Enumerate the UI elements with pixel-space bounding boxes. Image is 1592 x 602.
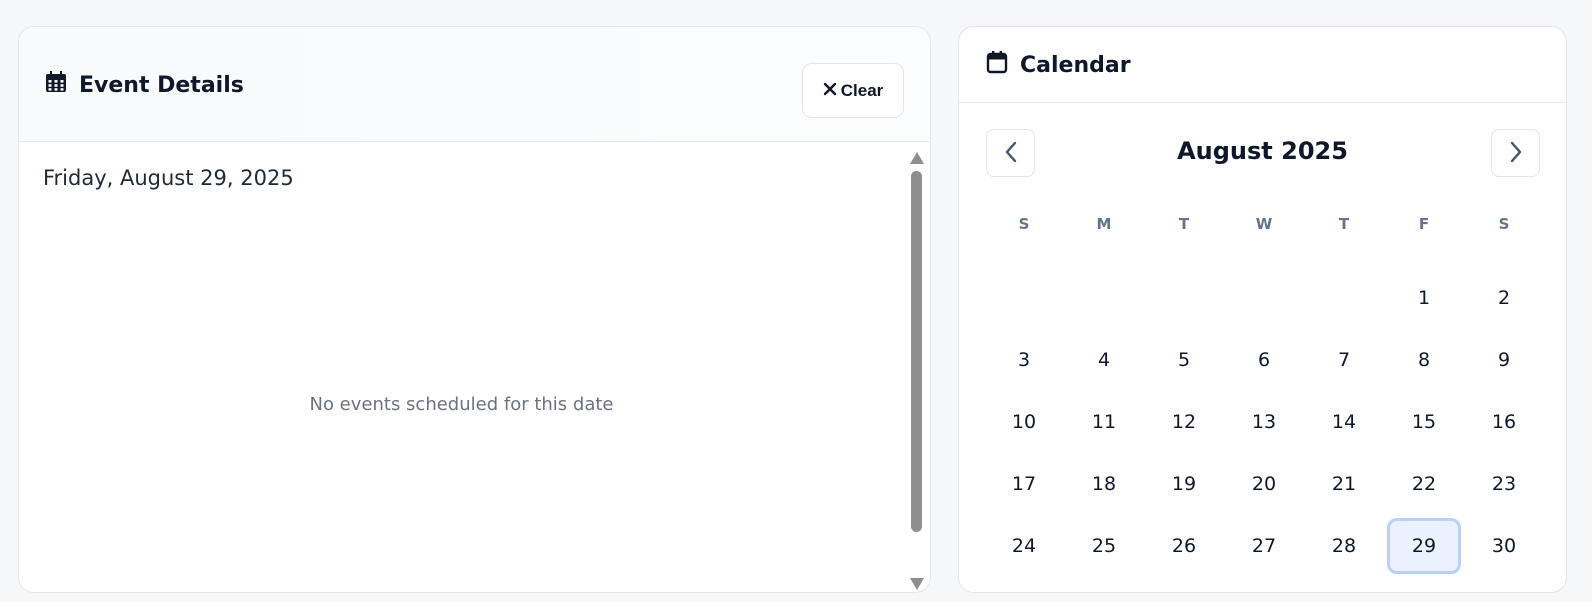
day-number: 7 [1337, 349, 1351, 371]
day-cell[interactable]: 16 [1464, 391, 1544, 453]
close-icon [823, 81, 837, 101]
empty-day-cell [1064, 267, 1144, 329]
selected-date-heading: Friday, August 29, 2025 [43, 166, 294, 190]
day-cell[interactable]: 11 [1064, 391, 1144, 453]
day-cell[interactable]: 28 [1304, 515, 1384, 577]
day-cell[interactable]: 2 [1464, 267, 1544, 329]
weekday-label: M [1096, 215, 1112, 233]
weekday-header-row: SMTWTFS [984, 215, 1544, 233]
day-cell[interactable]: 14 [1304, 391, 1384, 453]
day-number: 9 [1497, 349, 1511, 371]
day-number: 12 [1171, 411, 1197, 433]
day-number: 1 [1417, 287, 1431, 309]
day-cell[interactable]: 18 [1064, 453, 1144, 515]
day-number: 10 [1011, 411, 1037, 433]
weekday-label: T [1178, 215, 1190, 233]
weekday-label: S [1018, 215, 1030, 233]
day-number: 2 [1497, 287, 1511, 309]
event-details-title: Event Details [45, 71, 244, 99]
day-cell[interactable]: 13 [1224, 391, 1304, 453]
day-cell[interactable]: 26 [1144, 515, 1224, 577]
day-number: 16 [1491, 411, 1517, 433]
event-details-body[interactable]: Friday, August 29, 2025 No events schedu… [19, 142, 930, 592]
event-details-panel: Event Details Clear Friday, August 29, 2… [18, 26, 931, 593]
calendar-header: Calendar [959, 27, 1566, 103]
day-number: 19 [1171, 473, 1197, 495]
day-cell[interactable]: 3 [984, 329, 1064, 391]
empty-day-cell [1224, 267, 1304, 329]
day-cell[interactable]: 22 [1384, 453, 1464, 515]
day-cell[interactable]: 7 [1304, 329, 1384, 391]
day-cell[interactable]: 21 [1304, 453, 1384, 515]
selected-day-cell[interactable]: 29 [1384, 515, 1464, 577]
day-number: 8 [1417, 349, 1431, 371]
day-number: 25 [1091, 535, 1117, 557]
day-cell[interactable]: 23 [1464, 453, 1544, 515]
chevron-right-icon [1509, 141, 1523, 166]
weekday-label: W [1255, 215, 1273, 233]
scrollbar-thumb[interactable] [911, 171, 922, 532]
day-number: 13 [1251, 411, 1277, 433]
day-cell[interactable]: 9 [1464, 329, 1544, 391]
day-number: 23 [1491, 473, 1517, 495]
day-number: 21 [1331, 473, 1357, 495]
calendar-days-grid: 1 2 3 4 5 6 7 8 9 10 11 12 13 14 15 16 17 18 19 20 21 22 23 24 2… [984, 267, 1544, 577]
next-month-button[interactable] [1491, 129, 1540, 177]
day-number: 4 [1097, 349, 1111, 371]
day-number: 17 [1011, 473, 1037, 495]
empty-events-message: No events scheduled for this date [309, 394, 614, 415]
day-cell[interactable]: 27 [1224, 515, 1304, 577]
day-cell[interactable]: 25 [1064, 515, 1144, 577]
event-details-title-text: Event Details [79, 72, 244, 98]
day-cell[interactable]: 30 [1464, 515, 1544, 577]
calendar-icon [986, 50, 1008, 80]
day-number: 11 [1091, 411, 1117, 433]
empty-day-cell [1144, 267, 1224, 329]
weekday-label: S [1498, 215, 1510, 233]
day-number: 24 [1011, 535, 1037, 557]
day-cell[interactable]: 5 [1144, 329, 1224, 391]
scroll-down-arrow-icon[interactable] [910, 575, 924, 590]
day-cell[interactable]: 6 [1224, 329, 1304, 391]
day-cell[interactable]: 20 [1224, 453, 1304, 515]
day-cell[interactable]: 1 [1384, 267, 1464, 329]
calendar-panel: Calendar August 2025 SMTWTFS 1 2 3 4 5 6 7 8 9 10… [958, 26, 1567, 593]
day-cell[interactable]: 10 [984, 391, 1064, 453]
calendar-grid-icon [45, 71, 67, 99]
day-number: 28 [1331, 535, 1357, 557]
calendar-title: Calendar [986, 50, 1131, 80]
day-cell[interactable]: 19 [1144, 453, 1224, 515]
day-number: 29 [1387, 518, 1461, 574]
empty-day-cell [1304, 267, 1384, 329]
day-number: 6 [1257, 349, 1271, 371]
empty-day-cell [984, 267, 1064, 329]
day-number: 14 [1331, 411, 1357, 433]
day-number: 27 [1251, 535, 1277, 557]
weekday-label: F [1418, 215, 1430, 233]
day-number: 20 [1251, 473, 1277, 495]
day-cell[interactable]: 8 [1384, 329, 1464, 391]
day-number: 30 [1491, 535, 1517, 557]
day-number: 26 [1171, 535, 1197, 557]
day-number: 15 [1411, 411, 1437, 433]
event-details-header: Event Details Clear [19, 27, 930, 142]
month-year-label: August 2025 [1177, 137, 1348, 165]
day-cell[interactable]: 17 [984, 453, 1064, 515]
day-number: 3 [1017, 349, 1031, 371]
calendar-title-text: Calendar [1020, 52, 1131, 78]
day-cell[interactable]: 24 [984, 515, 1064, 577]
day-number: 18 [1091, 473, 1117, 495]
day-number: 5 [1177, 349, 1191, 371]
day-cell[interactable]: 12 [1144, 391, 1224, 453]
scroll-up-arrow-icon[interactable] [910, 149, 924, 164]
clear-button-label: Clear [840, 80, 884, 100]
day-cell[interactable]: 15 [1384, 391, 1464, 453]
clear-button[interactable]: Clear [802, 63, 904, 118]
day-number: 22 [1411, 473, 1437, 495]
day-cell[interactable]: 4 [1064, 329, 1144, 391]
weekday-label: T [1338, 215, 1350, 233]
